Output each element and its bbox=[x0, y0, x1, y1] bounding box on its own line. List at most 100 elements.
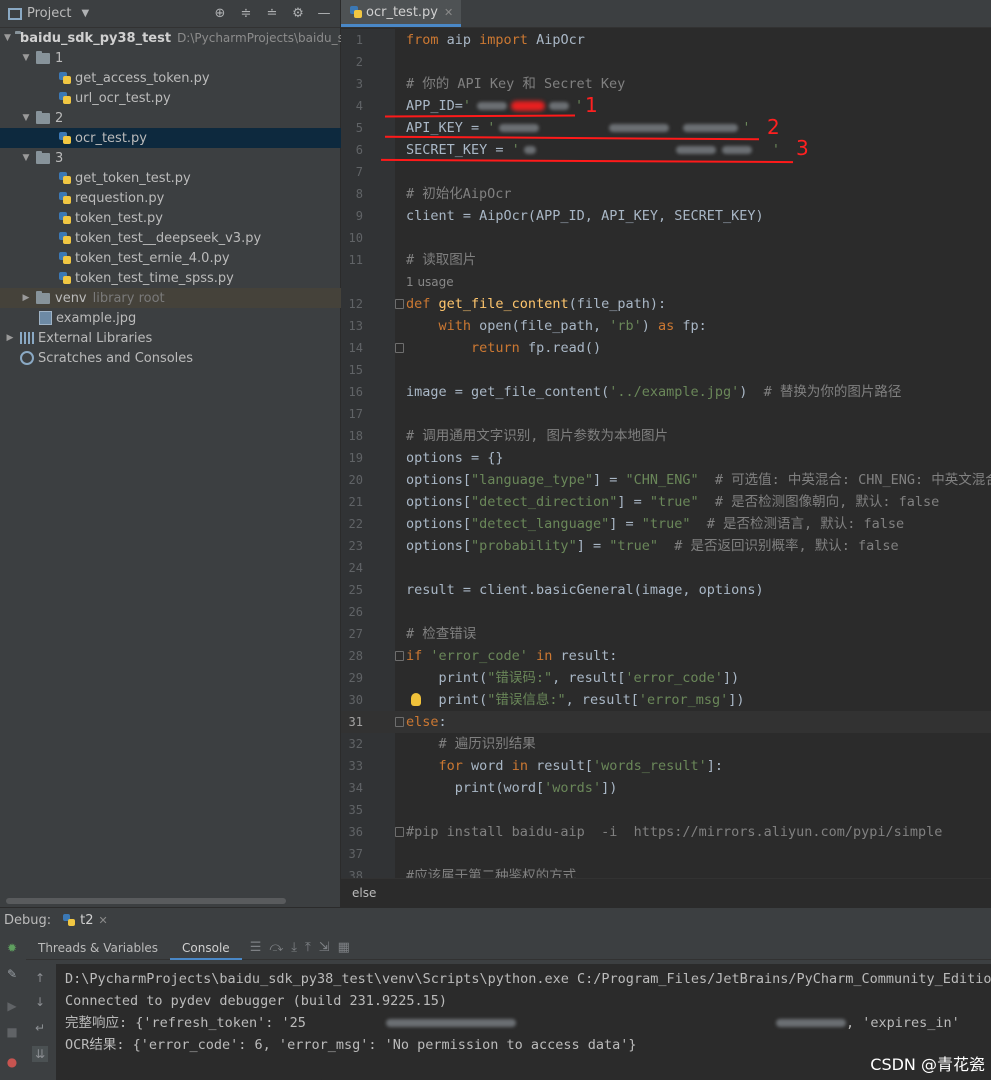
line-number: 7 bbox=[355, 165, 363, 179]
evaluate-icon[interactable]: ▦ bbox=[338, 940, 350, 955]
wrench-icon[interactable]: ✎ bbox=[4, 966, 20, 982]
chevron-down-icon[interactable]: ▼ bbox=[4, 33, 11, 43]
tree-item-external-libraries[interactable]: ▶ External Libraries bbox=[0, 328, 341, 348]
code-token: result: bbox=[552, 648, 618, 664]
tree-item-file[interactable]: get_access_token.py bbox=[0, 68, 341, 88]
annotation-number: 2 bbox=[767, 115, 780, 139]
gear-icon[interactable]: ⚙ bbox=[290, 5, 306, 21]
line-number: 12 bbox=[348, 297, 363, 311]
tree-item-file[interactable]: requestion.py bbox=[0, 188, 341, 208]
close-icon[interactable]: ✕ bbox=[99, 914, 108, 927]
chevron-right-icon[interactable]: ▶ bbox=[4, 333, 16, 343]
code-token: from bbox=[406, 32, 439, 48]
tree-item-file[interactable]: token_test_ernie_4.0.py bbox=[0, 248, 341, 268]
line-number: 38 bbox=[348, 869, 363, 878]
usage-hint[interactable]: 1 usage bbox=[406, 271, 454, 293]
chevron-right-icon[interactable]: ▶ bbox=[20, 293, 32, 303]
tree-item-label: get_access_token.py bbox=[75, 70, 210, 86]
fold-marker-icon[interactable] bbox=[395, 717, 404, 727]
scroll-down-icon[interactable]: ↓ bbox=[32, 994, 48, 1010]
chevron-down-icon[interactable]: ▼ bbox=[20, 53, 32, 63]
fold-marker-icon[interactable] bbox=[395, 827, 404, 837]
scroll-up-icon[interactable]: ↑ bbox=[32, 970, 48, 986]
run-to-cursor-icon[interactable]: ⇲ bbox=[319, 940, 330, 955]
horizontal-scrollbar[interactable] bbox=[6, 898, 286, 904]
chevron-down-icon[interactable]: ▼ bbox=[81, 8, 89, 19]
tree-item-file[interactable]: example.jpg bbox=[0, 308, 341, 328]
tree-item-file[interactable]: url_ocr_test.py bbox=[0, 88, 341, 108]
fold-marker-icon[interactable] bbox=[395, 651, 404, 661]
tree-item-root[interactable]: ▼ baidu_sdk_py38_test D:\PycharmProjects… bbox=[0, 28, 341, 48]
tree-item-file[interactable]: token_test.py bbox=[0, 208, 341, 228]
code-line: 22 options["detect_language"] = "true" # … bbox=[341, 513, 991, 535]
code-token: # 替换为你的图片路径 bbox=[763, 384, 902, 400]
bug-icon[interactable]: ✹ bbox=[4, 940, 20, 956]
fold-marker-icon[interactable] bbox=[395, 299, 404, 309]
code-line-current: 31 else: bbox=[341, 711, 991, 733]
tree-item-file[interactable]: token_test_time_spss.py bbox=[0, 268, 341, 288]
soft-wrap-icon[interactable]: ↵ bbox=[32, 1020, 48, 1036]
tab-console[interactable]: Console bbox=[170, 936, 242, 960]
tree-item-folder-1[interactable]: ▼ 1 bbox=[0, 48, 341, 68]
code-token: 'error_code' bbox=[430, 648, 528, 664]
debug-subtabs: Threads & Variables Console ☰ ⤼ ⤓ ⤒ ⇲ ▦ bbox=[26, 936, 991, 960]
tree-item-label: requestion.py bbox=[75, 190, 165, 206]
debug-panel: Debug: t2 ✕ ✹ ✎ ▶ ■ ● Threads & Variable… bbox=[0, 907, 991, 1080]
code-token: , result[ bbox=[552, 670, 626, 686]
code-area[interactable]: 1 from aip import AipOcr 2 3 # 你的 API Key … bbox=[341, 29, 991, 878]
tree-item-scratches[interactable]: Scratches and Consoles bbox=[0, 348, 341, 368]
menu-icon[interactable]: ☰ bbox=[250, 940, 262, 955]
tree-item-folder-3[interactable]: ▼ 3 bbox=[0, 148, 341, 168]
tree-item-file-selected[interactable]: ocr_test.py bbox=[0, 128, 341, 148]
code-token: ] = bbox=[609, 516, 642, 532]
tree-item-file[interactable]: get_token_test.py bbox=[0, 168, 341, 188]
project-view-dropdown[interactable]: Project bbox=[27, 6, 71, 21]
code-token: word bbox=[462, 758, 512, 774]
python-file-icon bbox=[58, 211, 72, 225]
minimize-icon[interactable]: — bbox=[316, 5, 332, 21]
scroll-to-end-icon[interactable]: ⇊ bbox=[32, 1046, 48, 1062]
code-line: 33 for word in result['words_result']: bbox=[341, 755, 991, 777]
step-into-icon[interactable]: ⤓ bbox=[291, 940, 297, 955]
code-line: 32 # 遍历识别结果 bbox=[341, 733, 991, 755]
fold-marker-icon[interactable] bbox=[395, 343, 404, 353]
code-token: import bbox=[479, 32, 528, 48]
resume-icon[interactable]: ▶ bbox=[4, 998, 20, 1014]
tab-threads-variables[interactable]: Threads & Variables bbox=[26, 936, 170, 960]
annotation-number: 3 bbox=[796, 136, 809, 160]
tab-run-config[interactable]: t2 ✕ bbox=[63, 913, 108, 928]
step-out-icon[interactable]: ⤒ bbox=[305, 940, 311, 955]
line-number: 2 bbox=[355, 55, 363, 69]
close-icon[interactable]: ✕ bbox=[444, 6, 453, 19]
code-token: API_KEY = bbox=[406, 120, 488, 136]
rerun-icon[interactable]: ● bbox=[4, 1054, 20, 1070]
line-number: 29 bbox=[348, 671, 363, 685]
line-number: 24 bbox=[348, 561, 363, 575]
code-comment: # 你的 API Key 和 Secret Key bbox=[406, 76, 626, 92]
code-token: print( bbox=[406, 670, 488, 686]
tree-item-file[interactable]: token_test__deepseek_v3.py bbox=[0, 228, 341, 248]
line-number: 16 bbox=[348, 385, 363, 399]
step-over-icon[interactable]: ⤼ bbox=[269, 940, 283, 955]
tab-ocr-test[interactable]: ocr_test.py ✕ bbox=[341, 0, 462, 27]
tree-item-venv[interactable]: ▶ venv library root bbox=[0, 288, 341, 308]
code-token: 'rb' bbox=[609, 318, 642, 334]
code-line: 37 bbox=[341, 843, 991, 865]
redacted-value bbox=[549, 102, 570, 110]
console-text: , 'expires_in' bbox=[845, 1015, 960, 1031]
breadcrumb[interactable]: else bbox=[341, 878, 991, 907]
chevron-down-icon[interactable]: ▼ bbox=[20, 153, 32, 163]
code-token: ]) bbox=[601, 780, 618, 796]
chevron-down-icon[interactable]: ▼ bbox=[20, 113, 32, 123]
collapse-all-icon[interactable]: ≐ bbox=[264, 5, 280, 21]
expand-all-icon[interactable]: ≑ bbox=[238, 5, 254, 21]
locate-icon[interactable]: ⊕ bbox=[212, 5, 228, 21]
console-output[interactable]: D:\PycharmProjects\baidu_sdk_py38_test\v… bbox=[56, 964, 991, 1080]
tree-item-folder-2[interactable]: ▼ 2 bbox=[0, 108, 341, 128]
stop-icon[interactable]: ■ bbox=[4, 1024, 20, 1040]
code-text: options = {} bbox=[406, 450, 504, 466]
tree-item-label: venv bbox=[55, 290, 87, 306]
line-number: 19 bbox=[348, 451, 363, 465]
